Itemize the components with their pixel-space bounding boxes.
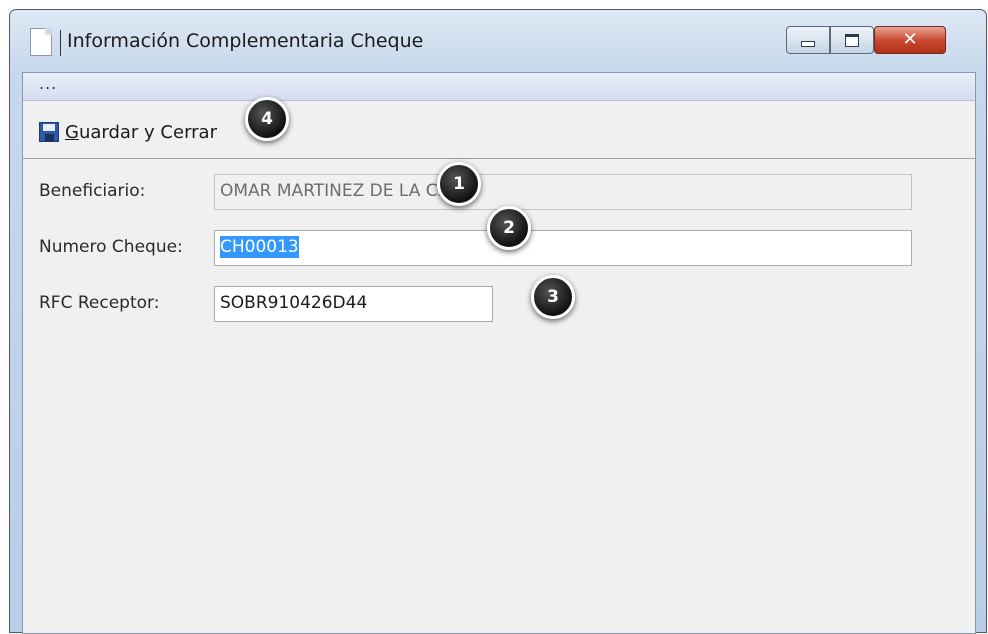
minimize-icon <box>801 41 815 47</box>
save-and-close-label: Guardar y Cerrar <box>65 122 217 143</box>
menu-bar: ... <box>23 73 975 101</box>
title-separator <box>60 30 61 56</box>
callout-4: 4 <box>245 97 289 141</box>
callout-3: 3 <box>531 275 575 319</box>
floppy-disk-icon <box>39 122 59 142</box>
save-label-rest: uardar y Cerrar <box>78 121 217 143</box>
save-and-close-button[interactable]: Guardar y Cerrar <box>39 117 217 147</box>
close-button[interactable]: ✕ <box>874 26 946 54</box>
maximize-icon <box>845 33 859 47</box>
toolbar: Guardar y Cerrar <box>23 101 975 159</box>
rfc-receptor-label: RFC Receptor: <box>39 293 160 313</box>
window-title: Información Complementaria Cheque <box>67 30 424 52</box>
callout-2: 2 <box>487 206 531 250</box>
numero-cheque-field[interactable]: CH00013 <box>214 230 912 266</box>
beneficiario-field: OMAR MARTINEZ DE LA CRUZ <box>214 174 912 210</box>
title-bar[interactable]: Información Complementaria Cheque ✕ <box>10 10 986 72</box>
callout-1: 1 <box>437 162 481 206</box>
close-icon: ✕ <box>902 29 918 50</box>
beneficiario-label: Beneficiario: <box>39 181 146 201</box>
rfc-receptor-field[interactable]: SOBR910426D44 <box>214 286 493 322</box>
numero-cheque-label: Numero Cheque: <box>39 237 183 257</box>
menu-overflow[interactable]: ... <box>39 74 57 93</box>
minimize-button[interactable] <box>786 26 830 54</box>
numero-cheque-value: CH00013 <box>220 236 299 258</box>
client-area: ... Guardar y Cerrar Beneficiario: OMAR … <box>22 72 976 634</box>
maximize-button[interactable] <box>830 26 874 54</box>
dialog-window: Información Complementaria Cheque ✕ ... … <box>9 9 987 634</box>
save-accel-key: G <box>65 121 79 143</box>
document-icon <box>30 28 52 56</box>
